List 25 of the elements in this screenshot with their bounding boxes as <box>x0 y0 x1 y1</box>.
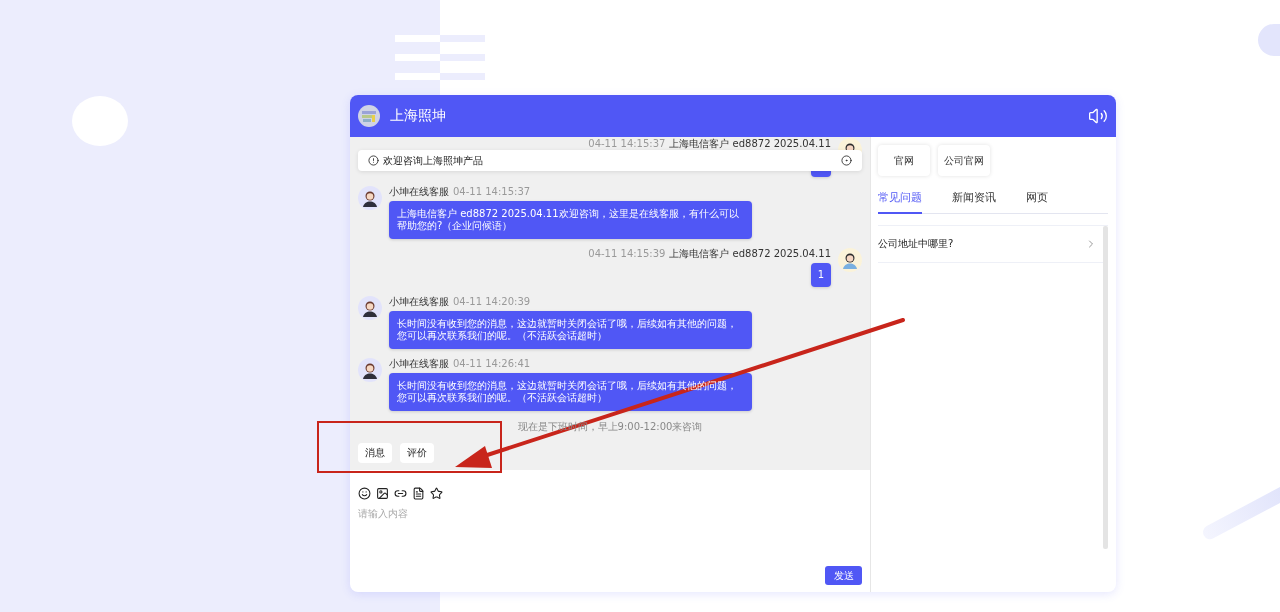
message-bubble: 长时间没有收到您的消息，这边就暂时关闭会话了哦，后续如有其他的问题，您可以再次联系我们的呢。（不活跃会话超时） <box>389 311 752 349</box>
faq-question: 公司地址中哪里? <box>878 237 954 251</box>
message-time: 04-11 14:15:39 <box>588 248 666 259</box>
tab[interactable]: 新闻资讯 <box>952 190 996 214</box>
message-time: 04-11 14:26:41 <box>453 358 531 369</box>
send-button[interactable]: 发送 <box>825 566 862 585</box>
tab[interactable]: 常见问题 <box>878 190 922 214</box>
message-time: 04-11 14:15:37 <box>588 138 666 149</box>
message-bubble: 1 <box>810 263 831 287</box>
notice-text: 欢迎咨询上海照坤产品 <box>383 153 483 168</box>
quick-button[interactable]: 消息 <box>358 443 392 463</box>
sender-name: 上海电信客户 ed8872 2025.04.11 <box>669 248 831 259</box>
chat-title: 上海照坤 <box>390 107 447 125</box>
sender-name: 小坤在线客服 <box>389 296 449 307</box>
tab[interactable]: 网页 <box>1026 190 1048 214</box>
quick-button[interactable]: 评价 <box>400 443 434 463</box>
message-time: 04-11 14:15:37 <box>453 186 531 197</box>
sender-name: 上海电信客户 ed8872 2025.04.11 <box>669 138 831 149</box>
message-input[interactable]: 请输入内容 <box>358 508 658 519</box>
sender-name: 小坤在线客服 <box>389 358 449 369</box>
message-bubble: 上海电信客户 ed8872 2025.04.11欢迎咨询，这里是在线客服，有什么可以帮助您的?（企业问候语） <box>389 201 752 239</box>
link-button[interactable]: 公司官网 <box>938 145 990 176</box>
link-button[interactable]: 官网 <box>878 145 930 176</box>
message-time: 04-11 14:20:39 <box>453 296 531 307</box>
sender-name: 小坤在线客服 <box>389 186 449 197</box>
